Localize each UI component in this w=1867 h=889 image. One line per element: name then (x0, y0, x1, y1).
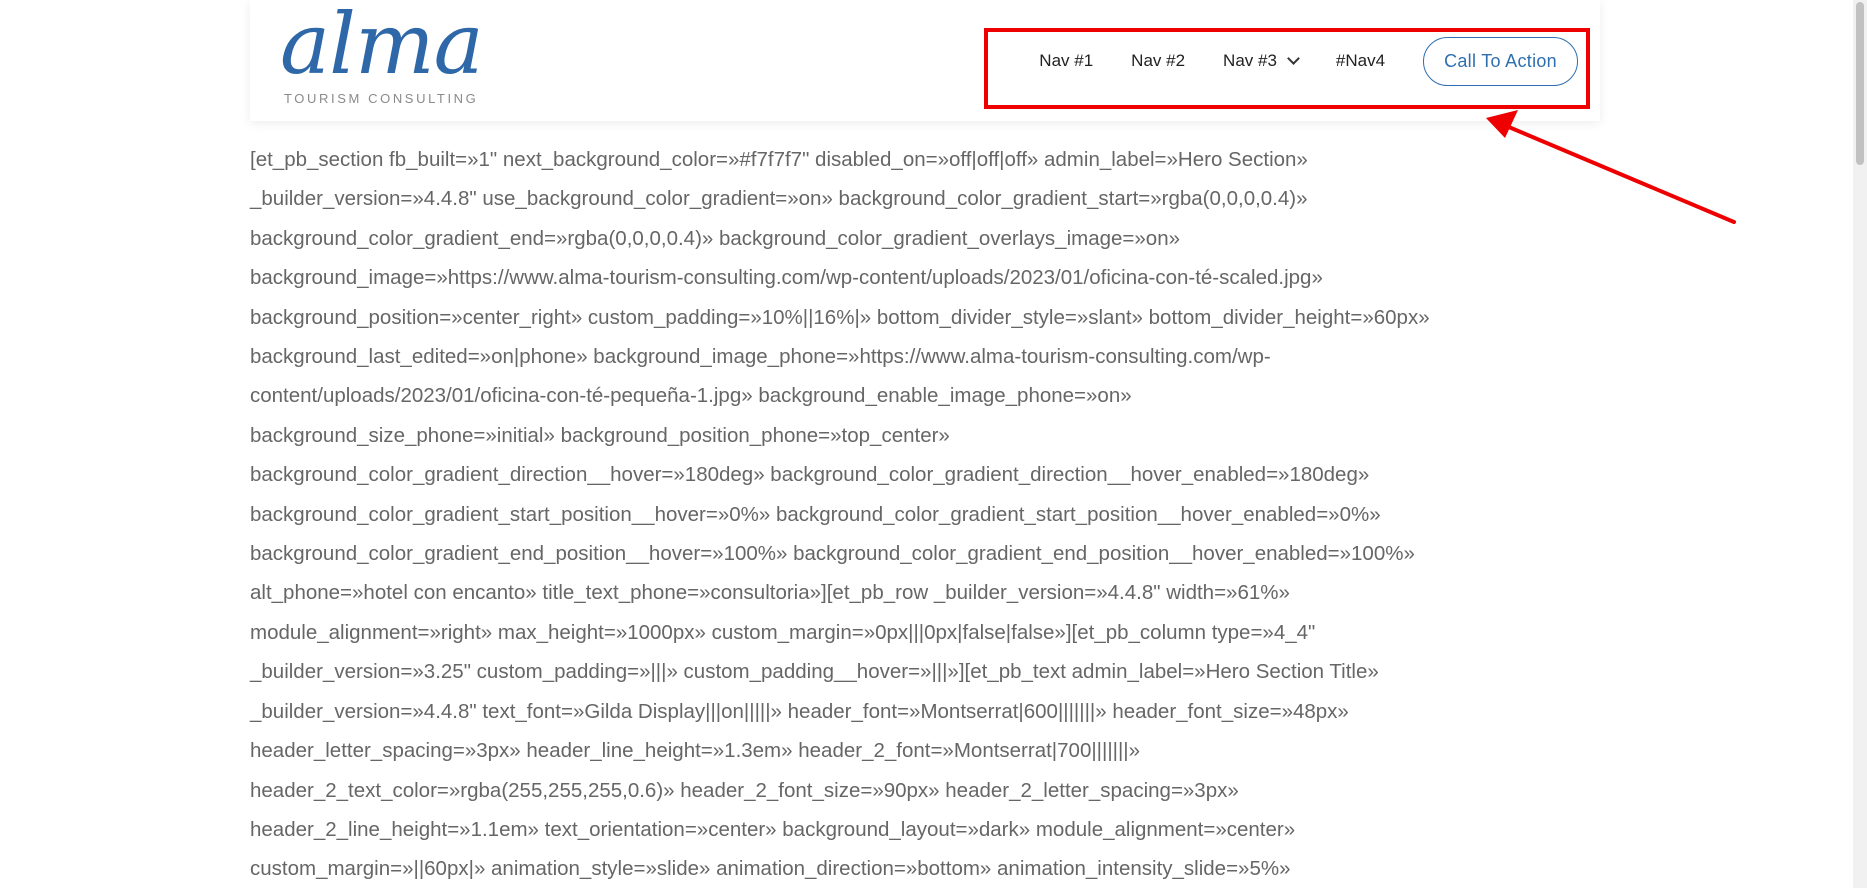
nav-item-2-label: Nav #2 (1131, 51, 1186, 70)
content-line: background_last_edited=»on|phone» backgr… (250, 345, 1271, 369)
content-line: background_color_gradient_end=»rgba(0,0,… (250, 226, 1180, 250)
content-line: header_letter_spacing=»3px» header_line_… (250, 739, 1141, 763)
scrollbar-thumb[interactable] (1856, 2, 1864, 165)
content-line: header_2_text_color=»rgba(255,255,255,0.… (250, 778, 1239, 802)
content-line: background_image=»https://www.alma-touri… (250, 266, 1323, 290)
site-logo[interactable]: alma TOURISM CONSULTING (280, 2, 484, 108)
vertical-scrollbar[interactable] (1853, 0, 1867, 888)
content-line: background_color_gradient_end_position__… (250, 542, 1415, 566)
content-line: header_2_line_height=»1.1em» text_orient… (250, 817, 1296, 841)
nav-item-4[interactable]: #Nav4 (1336, 51, 1385, 71)
logo-wordmark: alma (280, 0, 484, 93)
content-line: _builder_version=»4.4.8" use_background_… (250, 187, 1308, 211)
content-line: background_color_gradient_direction__hov… (250, 463, 1370, 487)
content-line: _builder_version=»4.4.8" text_font=»Gild… (250, 699, 1349, 723)
main-nav: Nav #1 Nav #2 Nav #3 #Nav4 Call To Actio… (1039, 36, 1578, 86)
nav-item-1[interactable]: Nav #1 (1039, 51, 1093, 71)
call-to-action-button[interactable]: Call To Action (1423, 36, 1578, 86)
content-line: background_color_gradient_start_position… (250, 502, 1381, 526)
content-line: background_position=»center_right» custo… (250, 305, 1430, 329)
page-content: [et_pb_section fb_built=»1" next_backgro… (250, 140, 1590, 889)
logo-tagline: TOURISM CONSULTING (284, 91, 479, 106)
content-line: custom_margin=»||60px|» animation_style=… (250, 857, 1291, 881)
content-line: _builder_version=»3.25" custom_padding=»… (250, 660, 1379, 684)
nav-item-3-dropdown[interactable]: Nav #3 (1223, 51, 1300, 71)
content-line: [et_pb_section fb_built=»1" next_backgro… (250, 148, 1308, 171)
nav-item-3-label: Nav #3 (1223, 51, 1277, 70)
content-line: background_size_phone=»initial» backgrou… (250, 423, 950, 447)
site-header: alma TOURISM CONSULTING Nav #1 Nav #2 Na… (250, 0, 1600, 121)
content-line: alt_phone=»hotel con encanto» title_text… (250, 581, 1290, 605)
chevron-down-icon (1287, 52, 1300, 65)
content-line: module_alignment=»right» max_height=»100… (250, 620, 1316, 644)
content-line: content/uploads/2023/01/oficina-con-té-p… (250, 384, 1132, 408)
nav-item-1-label: Nav #1 (1039, 51, 1094, 70)
nav-item-2[interactable]: Nav #2 (1131, 51, 1185, 71)
nav-item-4-label: #Nav4 (1335, 51, 1386, 70)
